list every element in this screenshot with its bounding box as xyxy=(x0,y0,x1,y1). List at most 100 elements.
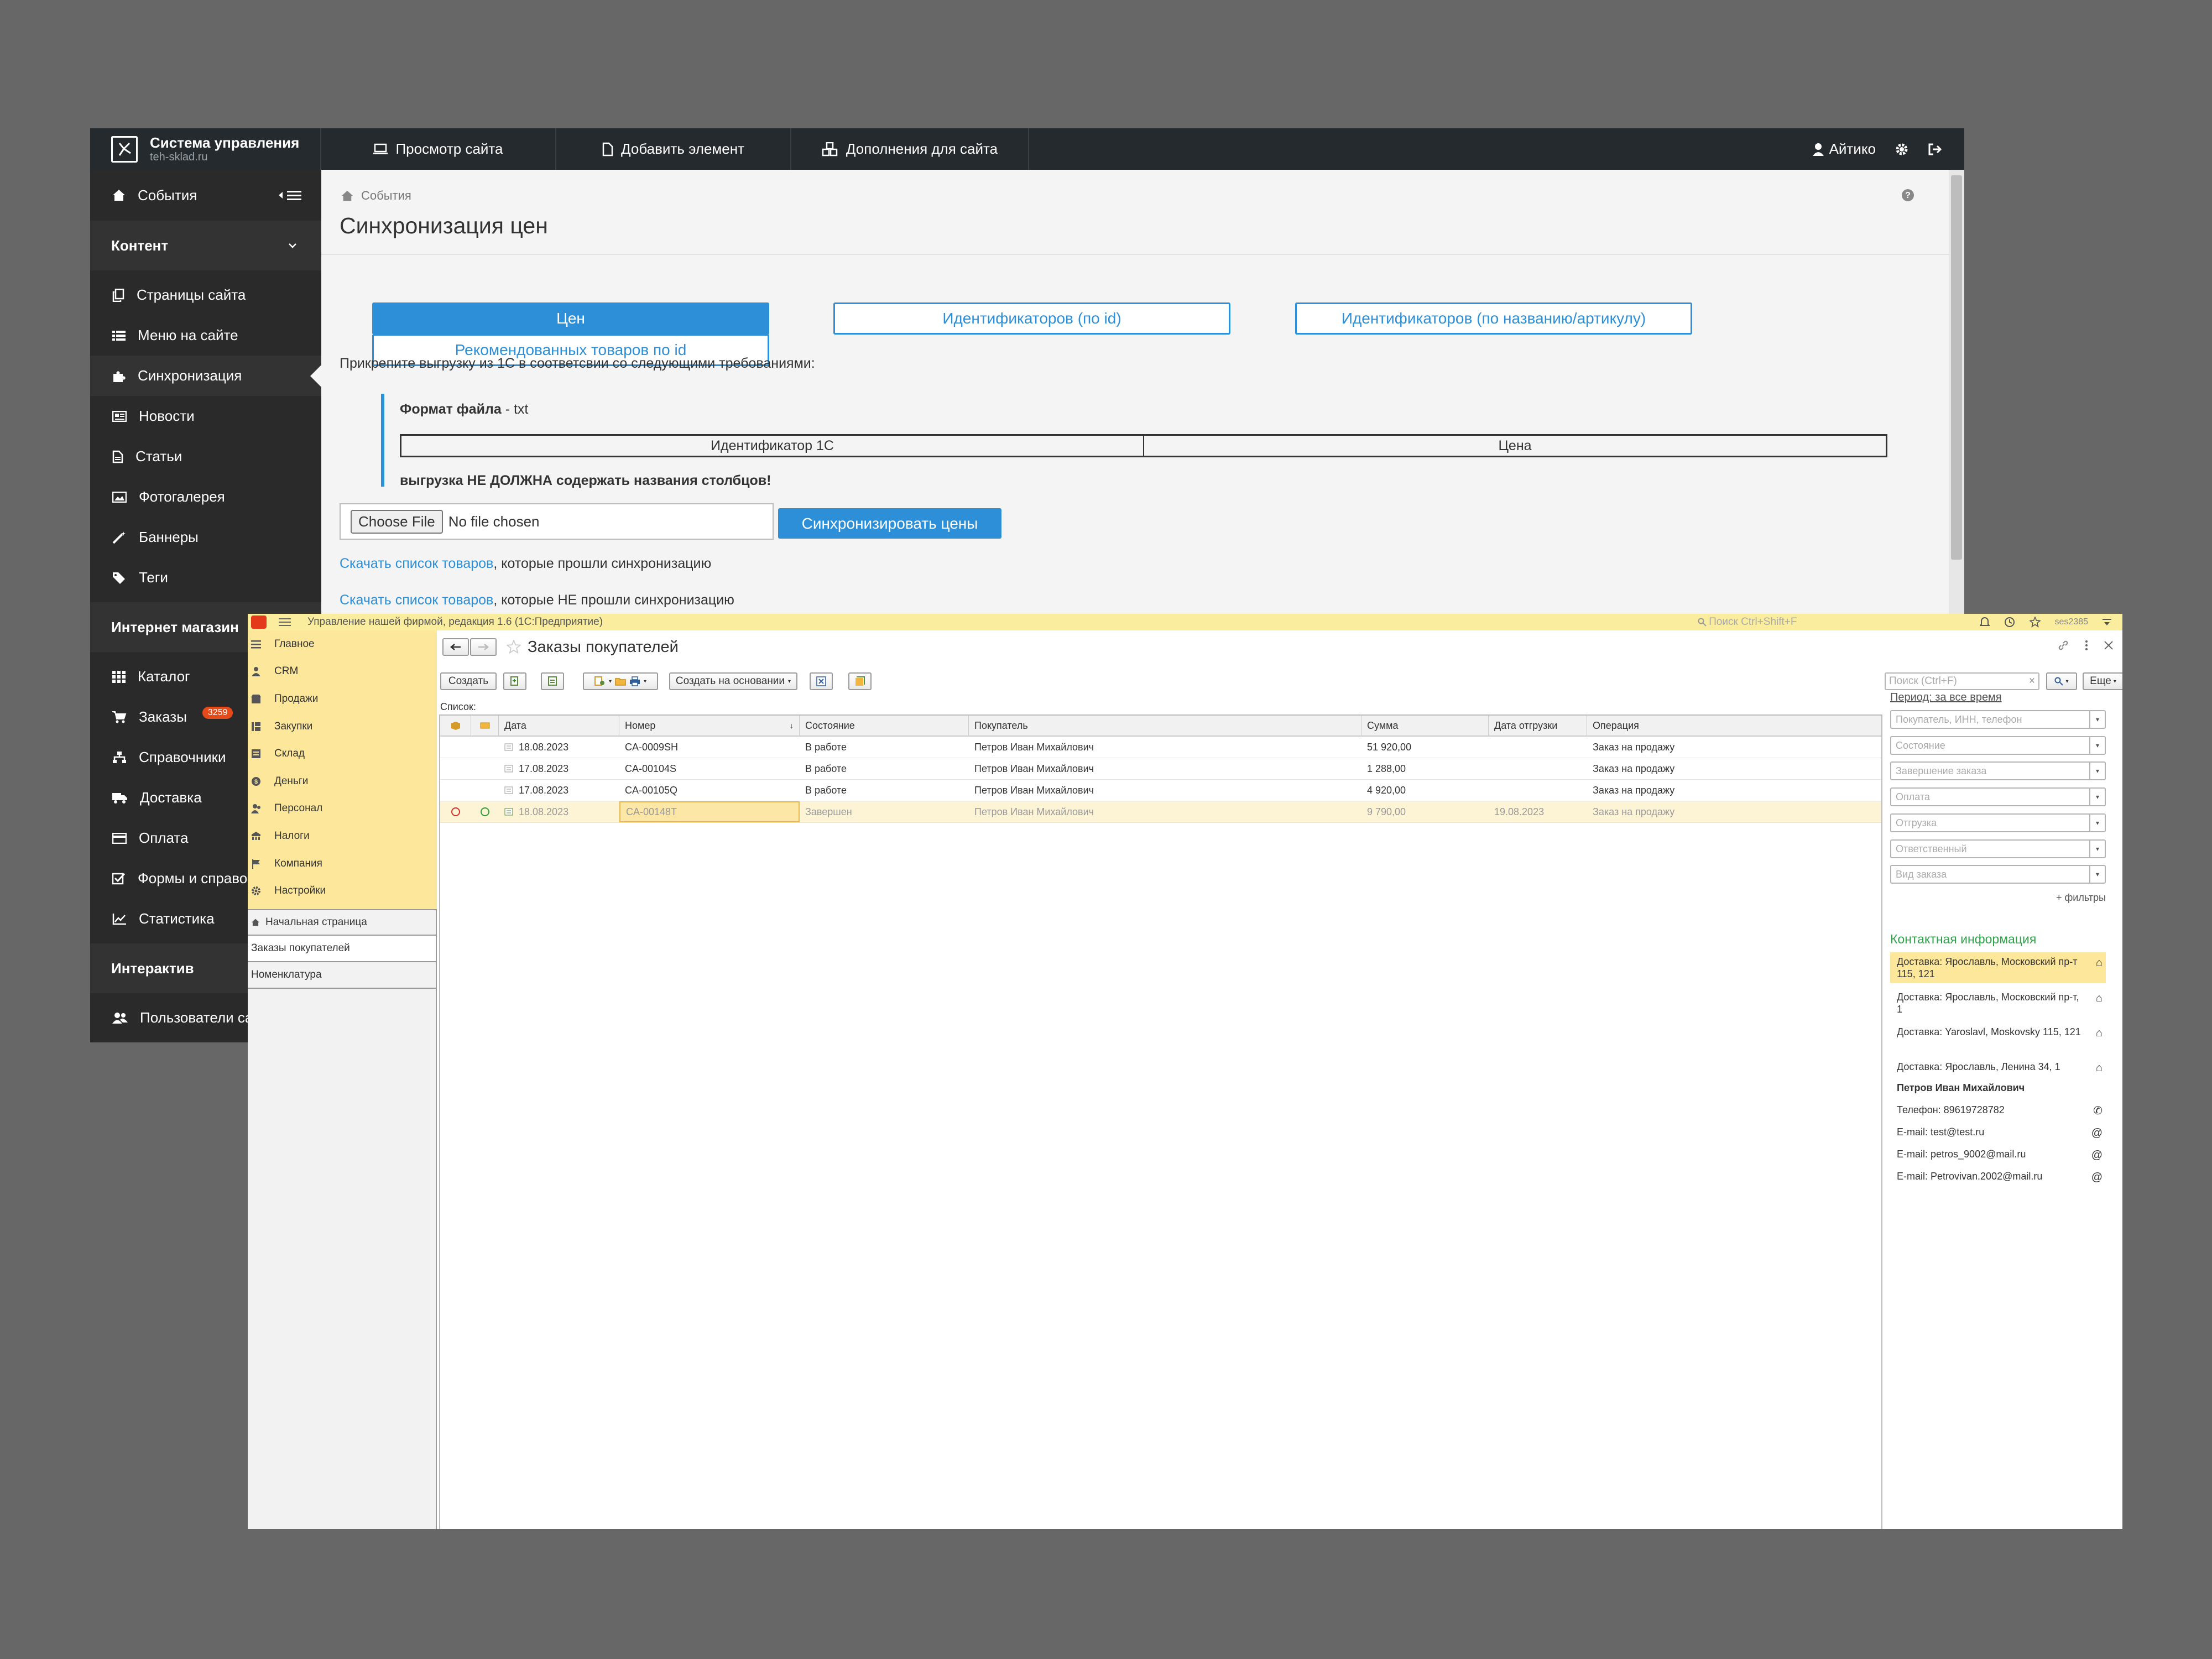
nav-settings[interactable]: Настройки xyxy=(248,877,437,905)
gear-icon[interactable] xyxy=(1895,142,1909,156)
more-filters-link[interactable]: + фильтры xyxy=(2056,892,2106,904)
sidebar-section-content[interactable]: Контент xyxy=(90,221,321,270)
table-row[interactable]: 18.08.2023 CA-0009SH В работе Петров Ива… xyxy=(440,737,1881,758)
col-ship-date[interactable]: Дата отгрузки xyxy=(1489,716,1587,735)
report-button[interactable] xyxy=(848,672,872,690)
copy-doc-button[interactable] xyxy=(503,672,526,690)
filter-state[interactable]: Состояние ▾ xyxy=(1890,736,2106,755)
choose-file-button[interactable]: Choose File xyxy=(351,509,443,534)
col-state[interactable]: Состояние xyxy=(800,716,969,735)
sidebar-item-pages[interactable]: Страницы сайта xyxy=(90,275,321,315)
forward-button[interactable] xyxy=(470,638,497,656)
filter-completion[interactable]: Завершение заказа ▾ xyxy=(1890,761,2106,780)
settings-menu-icon[interactable] xyxy=(2103,618,2111,627)
structure-buttons[interactable]: ▾ ▾ xyxy=(583,672,658,690)
sidebar-item-articles[interactable]: Статьи xyxy=(90,436,321,477)
col-number[interactable]: Номер ↓ xyxy=(619,716,800,735)
nav-company[interactable]: Компания xyxy=(248,850,437,878)
post-doc-button[interactable] xyxy=(541,672,564,690)
nav-staff[interactable]: Персонал xyxy=(248,795,437,823)
dropdown-arrow-icon[interactable]: ▾ xyxy=(2089,866,2105,883)
file-input[interactable]: Choose File No file chosen xyxy=(340,503,774,540)
dropdown-arrow-icon[interactable]: ▾ xyxy=(2089,789,2105,805)
history-icon[interactable] xyxy=(2004,617,2015,628)
tab-prices[interactable]: Цен xyxy=(372,302,769,335)
topnav-add-element[interactable]: Добавить элемент xyxy=(556,128,791,170)
sidebar-item-banners[interactable]: Баннеры xyxy=(90,517,321,557)
open-window-home[interactable]: Начальная страница xyxy=(248,909,436,936)
col-buyer[interactable]: Покупатель xyxy=(969,716,1361,735)
filter-order-type[interactable]: Вид заказа ▾ xyxy=(1890,865,2106,884)
col-sum[interactable]: Сумма xyxy=(1361,716,1489,735)
back-button[interactable] xyxy=(442,638,469,656)
filter-payment[interactable]: Оплата ▾ xyxy=(1890,787,2106,806)
collapse-sidebar-icon[interactable] xyxy=(277,189,302,201)
dropdown-arrow-icon[interactable]: ▾ xyxy=(2089,737,2105,754)
filter-responsible[interactable]: Ответственный ▾ xyxy=(1890,839,2106,858)
nav-taxes[interactable]: Налоги xyxy=(248,822,437,850)
contact-email[interactable]: E-mail: test@test.ru @ xyxy=(1890,1123,2106,1141)
table-row-selected[interactable]: 18.08.2023 CA-00148T Завершен Петров Ива… xyxy=(440,801,1881,823)
table-row[interactable]: 17.08.2023 CA-00105Q В работе Петров Ива… xyxy=(440,780,1881,801)
contact-address[interactable]: Доставка: Yaroslavl, Moskovsky 115, 121 ⌂ xyxy=(1890,1022,2106,1041)
star-icon[interactable] xyxy=(2029,617,2041,628)
nav-warehouse[interactable]: Склад xyxy=(248,740,437,768)
sidebar-item-events[interactable]: События xyxy=(90,170,321,221)
bell-icon[interactable] xyxy=(1979,617,1990,628)
download-failed-link[interactable]: Скачать список товаров xyxy=(340,592,493,608)
contact-address[interactable]: Доставка: Ярославль, Ленина 34, 1 ⌂ xyxy=(1890,1057,2106,1076)
sidebar-item-sync[interactable]: Синхронизация xyxy=(90,356,321,396)
dropdown-arrow-icon[interactable]: ▾ xyxy=(2089,815,2105,831)
home-icon[interactable] xyxy=(341,190,353,201)
col-date[interactable]: Дата xyxy=(499,716,619,735)
user-short-name[interactable]: ses2385 xyxy=(2055,617,2089,627)
sidebar-item-tags[interactable]: Теги xyxy=(90,557,321,598)
col-operation[interactable]: Операция xyxy=(1587,716,1881,735)
sidebar-item-news[interactable]: Новости xyxy=(90,396,321,436)
filter-buyer[interactable]: Покупатель, ИНН, телефон ▾ xyxy=(1890,710,2106,729)
nav-purchases[interactable]: Закупки xyxy=(248,713,437,740)
contact-address[interactable]: Доставка: Ярославль, Московский пр-т, 1 ⌂ xyxy=(1890,988,2106,1019)
open-window-orders[interactable]: Заказы покупателей xyxy=(248,936,436,962)
contact-address[interactable]: Доставка: Ярославль, Московский пр-т 115… xyxy=(1890,952,2106,983)
cms-logo[interactable]: Система управления teh-sklad.ru xyxy=(90,128,321,170)
topnav-addons[interactable]: Дополнения для сайта xyxy=(791,128,1029,170)
dropdown-arrow-icon[interactable]: ▾ xyxy=(2089,841,2105,857)
col-payment-icon[interactable] xyxy=(471,716,499,735)
help-icon[interactable]: ? xyxy=(1901,189,1914,202)
link-icon[interactable] xyxy=(2057,639,2069,651)
col-status-icon[interactable] xyxy=(440,716,471,735)
contact-email[interactable]: E-mail: Petrovivan.2002@mail.ru @ xyxy=(1890,1167,2106,1186)
logout-icon[interactable] xyxy=(1928,143,1942,156)
breadcrumb-item[interactable]: События xyxy=(361,189,411,203)
open-window-nomenclature[interactable]: Номенклатура xyxy=(248,962,436,989)
download-passed-link[interactable]: Скачать список товаров xyxy=(340,556,493,571)
close-icon[interactable] xyxy=(2104,640,2114,650)
create-button[interactable]: Создать xyxy=(440,672,497,690)
excel-button[interactable] xyxy=(810,672,833,690)
cell-number[interactable]: CA-00148T xyxy=(619,801,800,822)
contact-email[interactable]: E-mail: petros_9002@mail.ru @ xyxy=(1890,1145,2106,1164)
sidebar-item-gallery[interactable]: Фотогалерея xyxy=(90,477,321,517)
nav-main[interactable]: Главное xyxy=(248,630,437,658)
topnav-view-site[interactable]: Просмотр сайта xyxy=(321,128,556,170)
tab-ids-by-name[interactable]: Идентификаторов (по названию/артикулу) xyxy=(1295,302,1692,335)
global-search[interactable]: Поиск Ctrl+Shift+F xyxy=(1698,616,1797,628)
period-link[interactable]: Период: за все время xyxy=(1890,691,2002,704)
scrollbar-thumb[interactable] xyxy=(1951,175,1962,560)
contact-phone[interactable]: Телефон: 89619728782 ✆ xyxy=(1890,1100,2106,1119)
menu-icon[interactable] xyxy=(279,618,291,627)
dropdown-arrow-icon[interactable]: ▾ xyxy=(2089,711,2105,728)
nav-crm[interactable]: CRM xyxy=(248,658,437,686)
filter-shipment[interactable]: Отгрузка ▾ xyxy=(1890,813,2106,832)
create-based-button[interactable]: Создать на основании ▾ xyxy=(669,672,797,690)
favorite-star-icon[interactable] xyxy=(507,640,521,654)
table-row[interactable]: 17.08.2023 CA-00104S В работе Петров Ива… xyxy=(440,758,1881,780)
sync-prices-button[interactable]: Синхронизировать цены xyxy=(778,508,1001,539)
user-menu[interactable]: Айтико xyxy=(1812,140,1876,158)
dropdown-arrow-icon[interactable]: ▾ xyxy=(2089,763,2105,779)
sidebar-item-menu[interactable]: Меню на сайте xyxy=(90,315,321,356)
more-vertical-icon[interactable] xyxy=(2085,640,2088,651)
nav-money[interactable]: $ Деньги xyxy=(248,768,437,795)
nav-sales[interactable]: Продажи xyxy=(248,685,437,713)
